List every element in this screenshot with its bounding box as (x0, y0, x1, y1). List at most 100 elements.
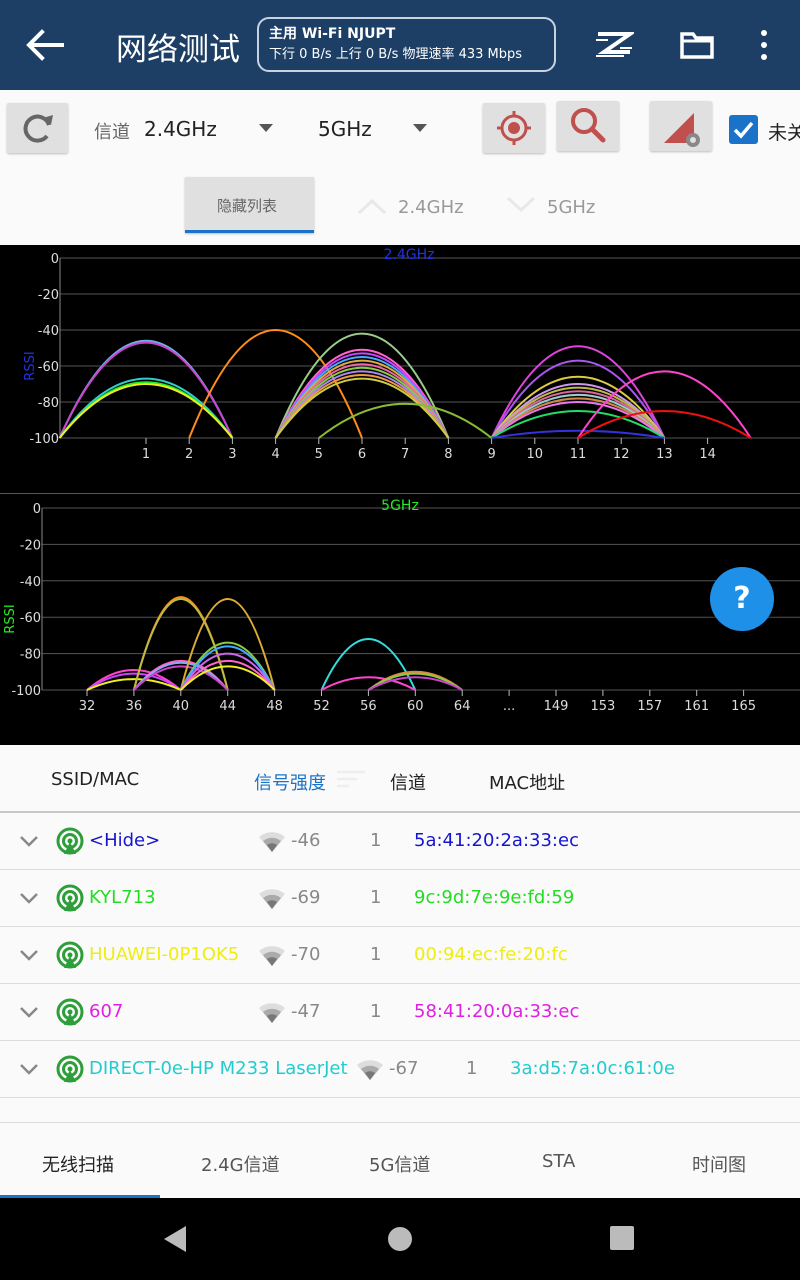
header-signal[interactable]: 信号强度 (254, 769, 326, 795)
tab-24g-channel[interactable]: 2.4G信道 (201, 1151, 280, 1177)
x-tick-label: 1 (142, 447, 150, 462)
nav-back-icon[interactable] (160, 1224, 190, 1254)
signal-arc (577, 410, 752, 439)
x-tick-label: 7 (401, 447, 409, 462)
help-icon: ? (733, 581, 751, 616)
x-tick-label: 9 (487, 447, 495, 462)
list-row[interactable]: 607 -47 1 58:41:20:0a:33:ec (0, 984, 800, 1041)
search-icon (571, 108, 606, 143)
rssi: -67 (389, 1058, 419, 1079)
wifi-ap-icon (56, 884, 84, 912)
refresh-button[interactable] (7, 103, 68, 153)
x-tick-label: 149 (544, 699, 569, 714)
expand-chevron-icon[interactable] (18, 947, 40, 963)
y-tick-label: -40 (20, 575, 41, 590)
band-24-select[interactable]: 2.4GHz (144, 117, 217, 141)
signal-settings-button[interactable] (650, 101, 712, 151)
expand-chevron-icon[interactable] (18, 1004, 40, 1020)
rssi: -70 (291, 944, 321, 965)
logo-z-icon[interactable] (594, 30, 634, 60)
lock-checkbox[interactable] (729, 115, 758, 144)
list-row[interactable]: DIRECT-0e-HP M233 LaserJet -67 1 3a:d5:7a:0… (0, 1041, 800, 1098)
y-tick-label: -60 (38, 360, 59, 375)
y-tick-label: 0 (51, 252, 59, 267)
y-axis-label: RSSI (23, 351, 38, 380)
wifi-strength-icon (357, 1060, 383, 1080)
wifi-strength-icon (259, 1003, 285, 1023)
check-icon (733, 121, 754, 139)
chevron-down-icon[interactable] (413, 124, 427, 132)
y-tick-label: -60 (20, 611, 41, 626)
channel: 1 (370, 887, 382, 908)
help-fab[interactable]: ? (710, 567, 774, 631)
chevron-up-icon[interactable] (356, 196, 388, 216)
rssi: -47 (291, 1001, 321, 1022)
nav-recents-icon[interactable] (609, 1225, 635, 1251)
wifi-strength-icon (259, 946, 285, 966)
folder-icon[interactable] (679, 30, 715, 60)
bottom-tabs: 无线扫描 2.4G信道 5G信道 STA 时间图 (0, 1122, 800, 1199)
x-tick-label: 153 (590, 699, 615, 714)
chart-5ghz: 0 -20 -40 -60 -80 -100 32 36 40 44 48 52 56 60 64... 14… (0, 493, 800, 745)
chevron-down-icon[interactable] (505, 194, 537, 214)
tab-wireless-scan[interactable]: 无线扫描 (42, 1151, 114, 1177)
tab-5g-channel[interactable]: 5G信道 (369, 1151, 430, 1177)
channel: 1 (370, 1001, 382, 1022)
x-tick-label: 36 (126, 699, 143, 714)
toggle-5-label[interactable]: 5GHz (547, 197, 595, 218)
ssid: HUAWEI-0P1OK5 (89, 944, 240, 965)
x-tick-label: 165 (731, 699, 756, 714)
wifi-strength-icon (259, 832, 285, 852)
signal-settings-icon (664, 113, 700, 147)
list-row[interactable]: KYL713 -69 1 9c:9d:7e:9e:fd:59 (0, 870, 800, 927)
header-channel[interactable]: 信道 (390, 769, 426, 795)
x-tick-label: 2 (185, 447, 193, 462)
x-tick-label: 13 (656, 447, 673, 462)
x-tick-label: 157 (637, 699, 662, 714)
sort-icon[interactable] (333, 767, 369, 791)
signal-arc (179, 652, 276, 691)
search-button[interactable] (557, 101, 619, 151)
wifi-ap-icon (56, 827, 84, 855)
x-tick-label: 52 (313, 699, 330, 714)
chevron-down-icon[interactable] (259, 124, 273, 132)
list-row[interactable]: <Hide> -46 1 5a:41:20:2a:33:ec (0, 813, 800, 870)
hide-list-button[interactable]: 隐藏列表 (185, 177, 314, 233)
header-ssid[interactable]: SSID/MAC (51, 769, 139, 790)
tab-sta[interactable]: STA (542, 1151, 575, 1172)
x-tick-label: 10 (527, 447, 544, 462)
wifi-status-box[interactable]: 主用 Wi-Fi NJUPT 下行 0 B/s 上行 0 B/s 物理速率 43… (257, 17, 556, 72)
target-icon (497, 111, 531, 145)
band-5-select[interactable]: 5GHz (318, 117, 372, 141)
expand-chevron-icon[interactable] (18, 890, 40, 906)
target-button[interactable] (483, 103, 545, 153)
list-row[interactable]: HUAWEI-0P1OK5 -70 1 00:94:ec:fe:20:fc (0, 927, 800, 984)
wifi-rates: 下行 0 B/s 上行 0 B/s 物理速率 433 Mbps (269, 47, 523, 62)
x-tick-label: ... (503, 699, 515, 714)
expand-chevron-icon[interactable] (18, 1061, 40, 1077)
page-title: 网络测试 (116, 32, 240, 68)
header-mac[interactable]: MAC地址 (489, 769, 565, 795)
channel-label: 信道 (94, 122, 130, 143)
x-tick-label: 161 (684, 699, 709, 714)
nav-home-icon[interactable] (386, 1225, 414, 1253)
signal-arc (490, 376, 666, 439)
hide-list-label: 隐藏列表 (217, 197, 278, 215)
x-tick-label: 8 (444, 447, 452, 462)
expand-chevron-icon[interactable] (18, 833, 40, 849)
toggle-24-label[interactable]: 2.4GHz (398, 197, 464, 218)
x-tick-label: 3 (228, 447, 236, 462)
system-nav-bar (0, 1198, 800, 1280)
x-tick-label: 56 (360, 699, 377, 714)
y-tick-label: -40 (38, 324, 59, 339)
wifi-strength-icon (259, 889, 285, 909)
channel: 1 (370, 830, 382, 851)
back-arrow-icon[interactable] (22, 22, 68, 68)
more-vert-icon[interactable] (756, 28, 772, 62)
x-tick-label: 6 (358, 447, 366, 462)
rssi: -46 (291, 830, 321, 851)
signal-arc (490, 397, 666, 439)
channel: 1 (466, 1058, 478, 1079)
y-tick-label: -80 (20, 648, 41, 663)
tab-time-graph[interactable]: 时间图 (692, 1151, 746, 1177)
